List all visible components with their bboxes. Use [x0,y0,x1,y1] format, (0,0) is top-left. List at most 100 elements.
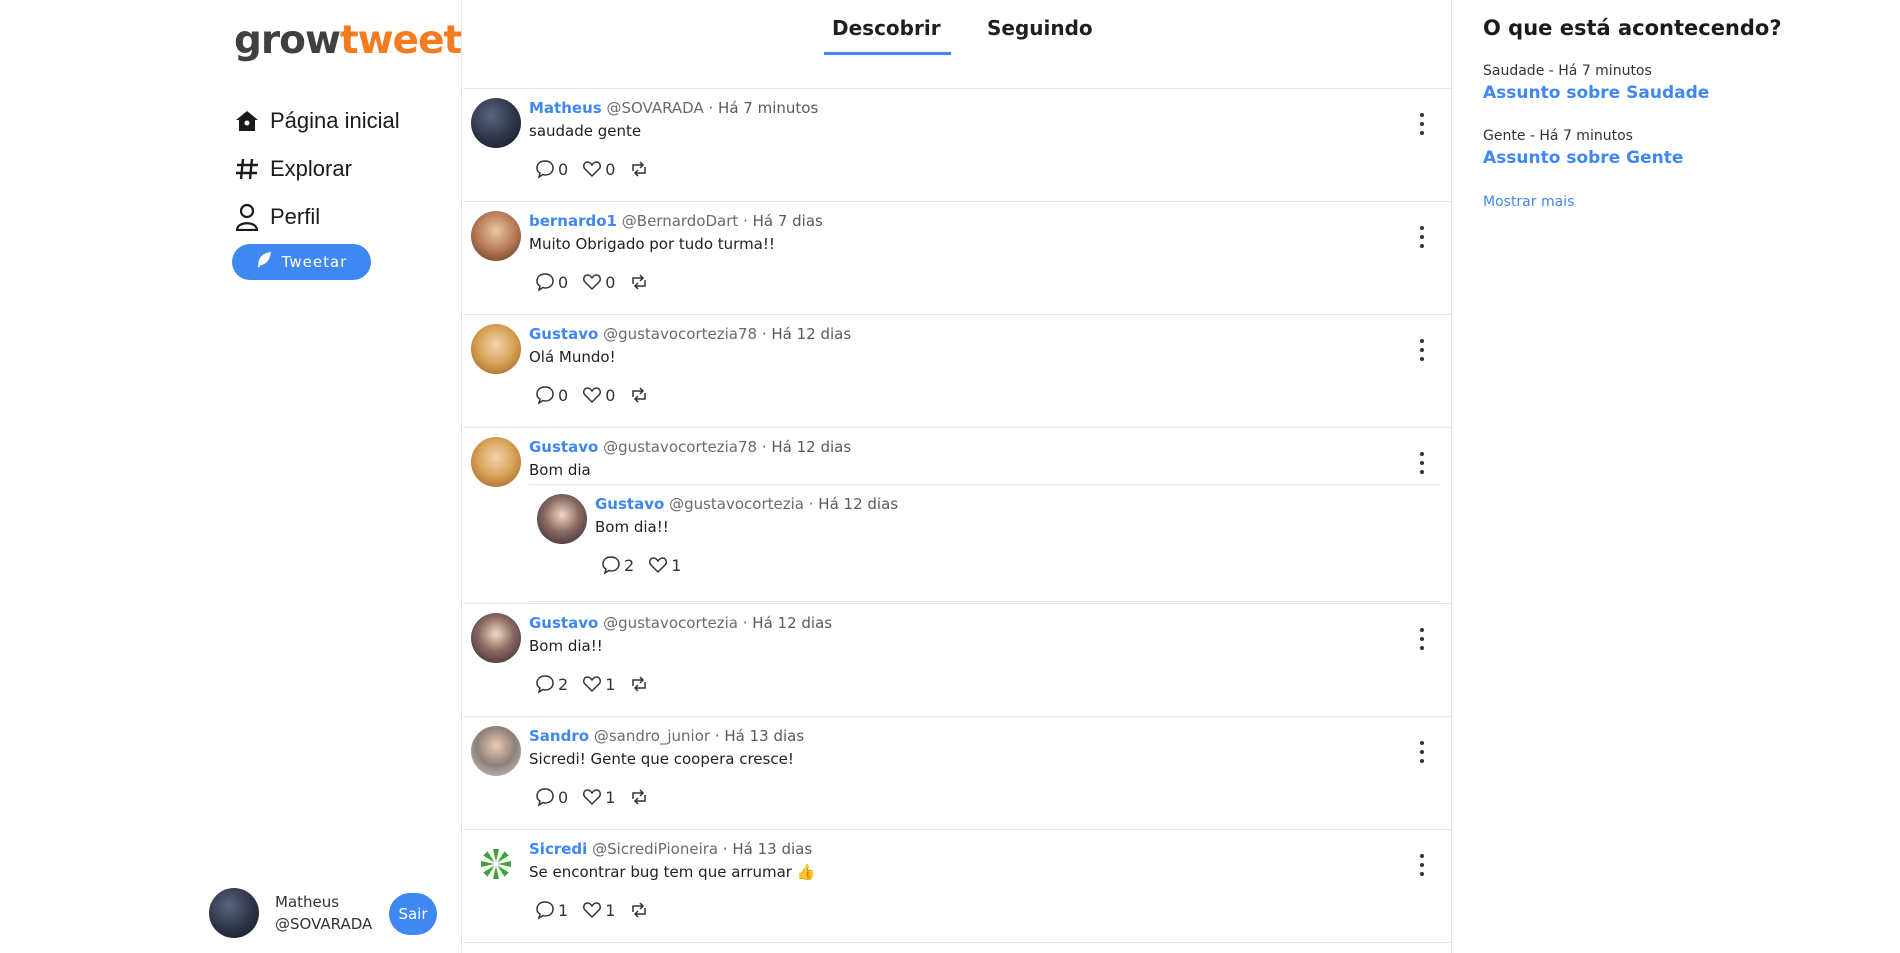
tweet-author-name[interactable]: Gustavo [595,495,664,513]
tweet-text: Olá Mundo! [529,348,616,366]
feed: Descobrir Seguindo Matheus @SOVARADA · H… [463,0,1452,953]
tweet-header: Gustavo @gustavocortezia78 · Há 12 dias [529,438,851,456]
reply-count: 1 [558,900,569,920]
tweet-item[interactable]: Gustavo @gustavocortezia · Há 12 dias Bo… [463,604,1451,717]
reply-button[interactable]: 0 [535,159,568,179]
nav-item-explore[interactable]: Explorar [234,145,400,193]
tweet-author-name[interactable]: Gustavo [529,325,598,343]
tweet-actions: 2 1 [535,674,666,694]
heart-icon [583,387,602,404]
tweet-button[interactable]: Tweetar [232,244,371,280]
tweet-author-name[interactable]: Sicredi [529,840,587,858]
current-user-info: Matheus @SOVARADA [275,891,372,935]
trend-topic[interactable]: Assunto sobre Saudade [1483,83,1709,103]
tweet-text: Sicredi! Gente que coopera cresce! [529,750,794,768]
tweet-author-name[interactable]: Matheus [529,99,602,117]
avatar[interactable] [471,613,521,663]
trend-item[interactable]: Gente - Há 7 minutos Assunto sobre Gente [1483,128,1683,168]
person-icon [234,202,260,232]
like-button[interactable]: 1 [582,674,615,694]
tweet-item[interactable]: Gustavo @gustavocortezia78 · Há 12 dias … [463,315,1451,428]
retweet-button[interactable] [629,901,652,919]
more-options-icon[interactable] [1417,628,1427,650]
avatar [209,888,259,938]
avatar[interactable] [471,437,521,487]
like-count: 1 [605,900,616,920]
like-button[interactable]: 0 [582,385,615,405]
retweet-icon [632,789,647,805]
reply-button[interactable]: 1 [535,900,568,920]
trend-item[interactable]: Saudade - Há 7 minutos Assunto sobre Sau… [1483,63,1709,103]
tweet-author-handle: @gustavocortezia [669,495,804,513]
more-options-icon[interactable] [1417,113,1427,135]
trend-topic[interactable]: Assunto sobre Gente [1483,148,1683,168]
comment-icon [536,160,554,179]
tweet-item[interactable]: Sicredi @SicrediPioneira · Há 13 dias Se… [463,830,1451,943]
avatar[interactable] [471,726,521,776]
heart-icon [583,676,602,693]
like-button[interactable]: 1 [582,787,615,807]
more-options-icon[interactable] [1417,339,1427,361]
nav-item-home[interactable]: Página inicial [234,97,400,145]
current-user-handle: @SOVARADA [275,915,373,933]
tab-discover[interactable]: Descobrir [824,16,951,55]
like-count: 1 [605,787,616,807]
more-options-icon[interactable] [1417,854,1427,876]
tweet-author-handle: @gustavocortezia78 [603,438,758,456]
reply-button[interactable]: 0 [535,385,568,405]
tweet-author-name[interactable]: Sandro [529,727,589,745]
reply-count: 0 [558,787,569,807]
nav-item-profile[interactable]: Perfil [234,193,400,241]
more-options-icon[interactable] [1417,741,1427,763]
reply-count: 2 [624,555,635,575]
tweet-item[interactable]: Gustavo @gustavocortezia78 · Há 12 dias … [463,428,1451,604]
tab-following[interactable]: Seguindo [987,16,1093,40]
growtweet-logo[interactable]: growtweet [234,18,462,63]
retweet-button[interactable] [629,160,652,178]
more-options-icon[interactable] [1417,452,1427,474]
more-options-icon[interactable] [1417,226,1427,248]
avatar[interactable] [471,211,521,261]
home-icon [234,106,260,136]
tweet-author-name[interactable]: Gustavo [529,438,598,456]
tweet-author-name[interactable]: Gustavo [529,614,598,632]
reply-button[interactable]: 0 [535,272,568,292]
reply-button[interactable]: 0 [535,787,568,807]
retweet-button[interactable] [629,273,652,291]
tweet-header: bernardo1 @BernardoDart · Há 7 dias [529,212,823,230]
tweet-author-name[interactable]: bernardo1 [529,212,617,230]
tweet-item[interactable]: bernardo1 @BernardoDart · Há 7 dias Muit… [463,202,1451,315]
tweet-text: Bom dia!! [529,637,603,655]
reply-button[interactable]: 2 [535,674,568,694]
retweet-icon [632,387,647,403]
retweet-button[interactable] [629,675,652,693]
tweet-item[interactable]: Sandro @sandro_junior · Há 13 dias Sicre… [463,717,1451,830]
avatar[interactable] [471,98,521,148]
retweet-icon [632,902,647,918]
retweet-button[interactable] [629,788,652,806]
tweet-timestamp: · Há 13 dias [710,727,805,745]
trends-title: O que está acontecendo? [1483,16,1782,40]
show-more-link[interactable]: Mostrar mais [1483,194,1574,210]
like-button[interactable]: 1 [648,555,681,575]
reply-button[interactable]: 2 [601,555,634,575]
current-user-card[interactable]: Matheus @SOVARADA [209,888,372,938]
quoted-tweet[interactable]: Gustavo @gustavocortezia · Há 12 dias Bo… [529,484,1441,602]
tweet-author-handle: @sandro_junior [593,727,711,745]
like-count: 0 [605,272,616,292]
nav-item-label: Perfil [270,204,321,229]
avatar[interactable] [471,839,521,889]
tweet-author-handle: @SicrediPioneira [592,840,719,858]
like-button[interactable]: 0 [582,272,615,292]
tweet-item[interactable]: Matheus @SOVARADA · Há 7 minutos saudade… [463,89,1451,202]
logo-text-grow: grow [234,18,341,63]
like-button[interactable]: 0 [582,159,615,179]
avatar[interactable] [471,324,521,374]
retweet-button[interactable] [629,386,652,404]
avatar[interactable] [537,494,587,544]
tweet-timestamp: · Há 7 dias [738,212,823,230]
like-button[interactable]: 1 [582,900,615,920]
tweet-timestamp: · Há 12 dias [803,495,899,513]
logout-button[interactable]: Sair [389,893,437,935]
like-count: 0 [605,159,616,179]
